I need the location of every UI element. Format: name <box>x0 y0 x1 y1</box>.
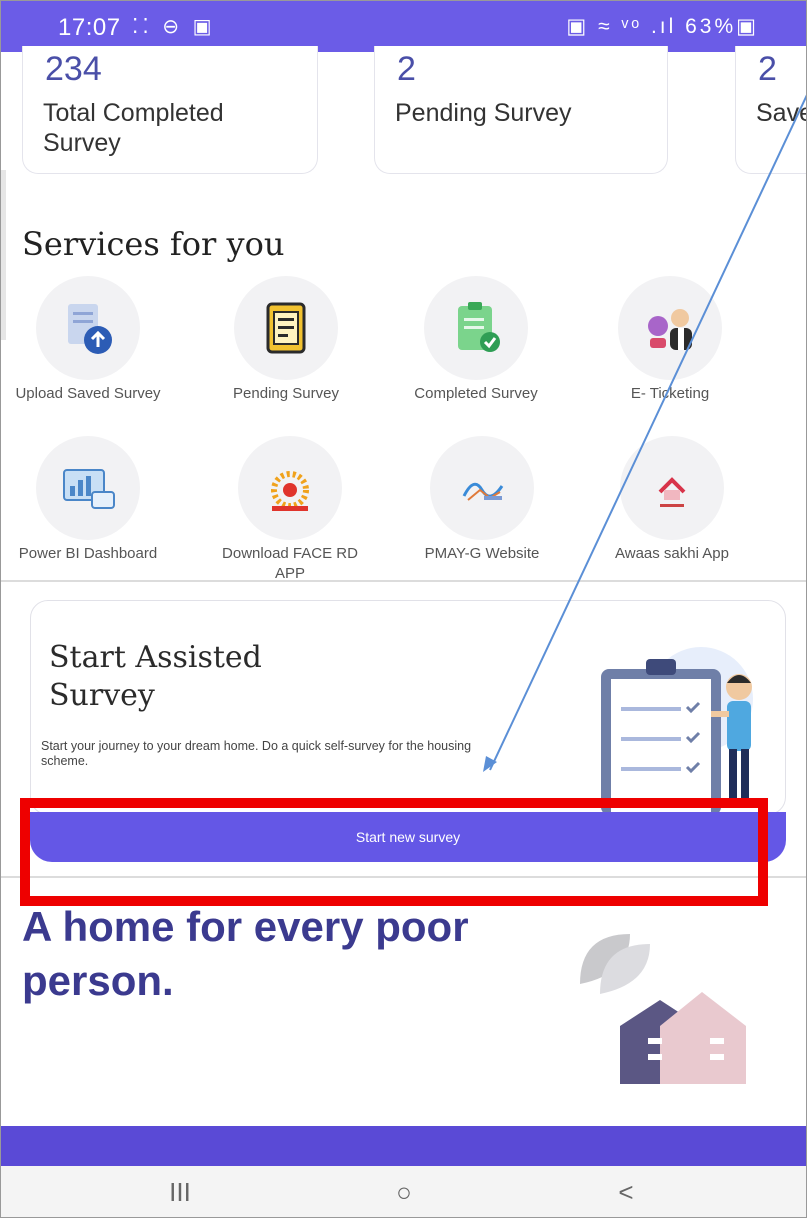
home-button[interactable]: ○ <box>374 1172 434 1212</box>
tagline-text: A home for every poor person. <box>22 903 469 1004</box>
recents-button[interactable]: III <box>150 1172 210 1212</box>
house-illustration <box>580 934 746 1084</box>
system-navigation-bar: III ○ < <box>0 1166 807 1218</box>
bottom-banner <box>0 1126 807 1166</box>
back-button[interactable]: < <box>596 1172 656 1212</box>
